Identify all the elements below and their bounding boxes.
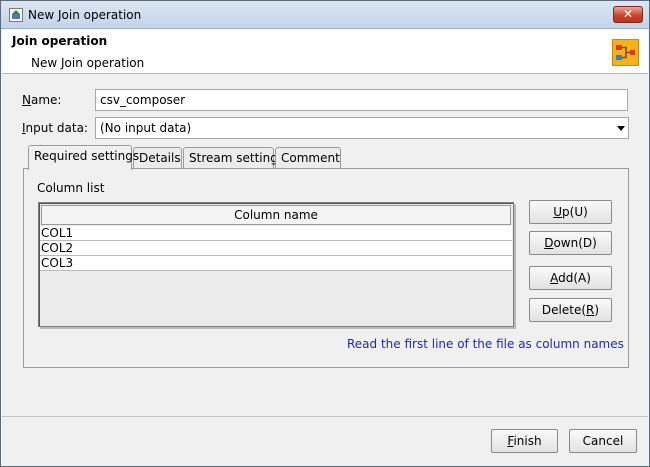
table-row[interactable]: COL1 (40, 226, 512, 241)
join-node-icon (612, 39, 639, 66)
cancel-button[interactable]: Cancel (569, 429, 637, 453)
header-subtitle: New Join operation (31, 56, 145, 70)
table-row[interactable]: COL3 (40, 256, 512, 271)
tab-required-settings[interactable]: Required settings (28, 145, 139, 170)
input-data-label: Input data: (22, 121, 88, 135)
close-button[interactable]: ✕ (613, 6, 643, 23)
window-title: New Join operation (28, 8, 142, 22)
wizard-header: Join operation New Join operation (2, 30, 648, 74)
footer-divider (2, 416, 648, 417)
tab-details[interactable]: Details (133, 147, 182, 169)
delete-button[interactable]: Delete(R) (529, 298, 612, 322)
input-data-value: (No input data) (100, 121, 192, 135)
name-input[interactable]: csv_composer (95, 89, 628, 111)
input-data-select[interactable]: (No input data) (95, 117, 629, 139)
up-button[interactable]: Up(U) (529, 200, 612, 224)
tab-stream-setting[interactable]: Stream setting (183, 147, 278, 169)
column-list-label: Column list (37, 181, 105, 195)
dialog-window: New Join operation ✕ Join operation New … (0, 0, 650, 467)
add-button[interactable]: Add(A) (529, 266, 612, 290)
app-icon (9, 8, 23, 22)
column-name-header[interactable]: Column name (41, 205, 511, 225)
title-bar[interactable]: New Join operation ✕ (1, 1, 649, 29)
name-label: Name: (22, 93, 62, 107)
down-button[interactable]: Down(D) (529, 231, 612, 255)
header-title: Join operation (12, 34, 108, 48)
table-row[interactable]: COL2 (40, 241, 512, 256)
finish-button[interactable]: Finish (491, 429, 558, 453)
tab-comment[interactable]: Comment (275, 147, 341, 169)
dropdown-arrow-icon[interactable] (617, 126, 625, 131)
column-list-table[interactable]: Column name COL1 COL2 COL3 (38, 202, 514, 327)
first-line-as-column-names-link[interactable]: Read the first line of the file as colum… (347, 337, 624, 351)
